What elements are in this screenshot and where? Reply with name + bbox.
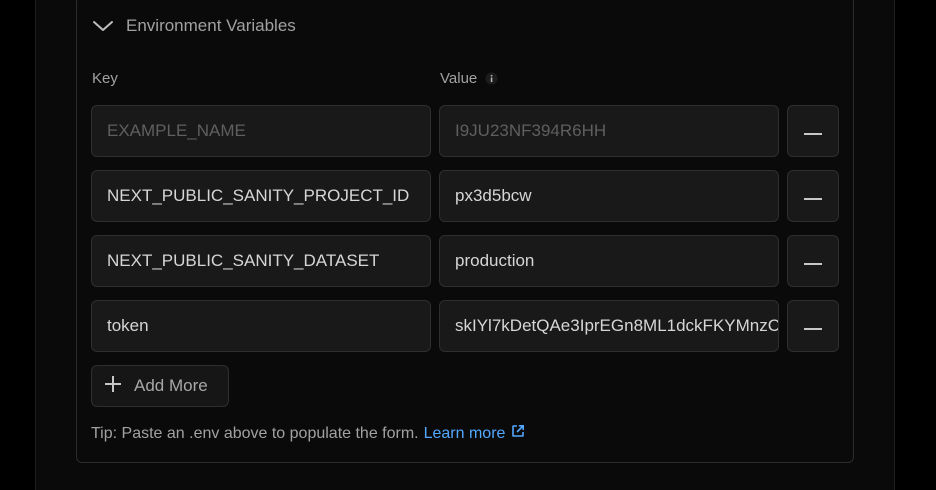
minus-icon [804,317,822,335]
add-more-button[interactable]: Add More [91,365,229,407]
info-icon[interactable] [485,72,498,85]
learn-more-label: Learn more [423,424,506,442]
remove-row-button-4[interactable] [787,300,839,352]
env-value-input-1[interactable]: I9JU23NF394R6HH [439,105,779,157]
value-column-label: Value [440,70,498,87]
tip-text: Tip: Paste an .env above to populate the… [91,424,419,442]
plus-icon [104,375,122,398]
remove-row-button-2[interactable] [787,170,839,222]
env-key-input-3[interactable]: NEXT_PUBLIC_SANITY_DATASET [91,235,431,287]
remove-row-button-1[interactable] [787,105,839,157]
key-column-label: Key [92,70,118,87]
env-value-input-2[interactable]: px3d5bcw [439,170,779,222]
minus-icon [804,252,822,270]
env-key-input-1[interactable]: EXAMPLE_NAME [91,105,431,157]
minus-icon [804,122,822,140]
key-label-text: Key [92,70,118,87]
minus-icon [804,187,822,205]
chevron-down-icon [92,19,114,33]
env-key-input-4[interactable]: token [91,300,431,352]
env-vars-toggle[interactable]: Environment Variables [92,12,296,40]
value-label-text: Value [440,70,478,87]
tip-text-row: Tip: Paste an .env above to populate the… [91,424,525,443]
learn-more-link[interactable]: Learn more [424,424,526,443]
external-link-icon [511,424,525,443]
section-title: Environment Variables [126,16,296,35]
env-value-input-3[interactable]: production [439,235,779,287]
remove-row-button-3[interactable] [787,235,839,287]
add-more-label: Add More [134,376,208,395]
env-value-input-4[interactable]: skIYl7kDetQAe3IprEGn8ML1dckFKYMnzC [439,300,779,352]
env-key-input-2[interactable]: NEXT_PUBLIC_SANITY_PROJECT_ID [91,170,431,222]
